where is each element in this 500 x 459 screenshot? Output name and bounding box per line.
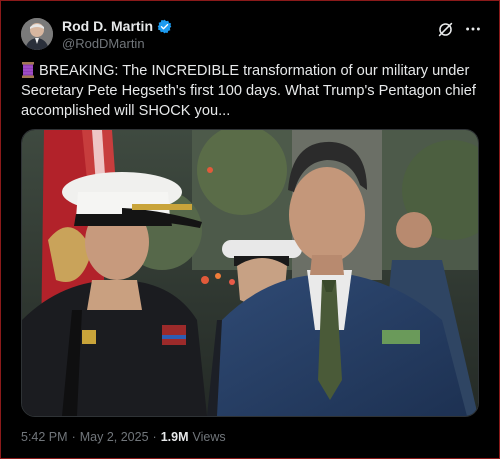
thread-spool-emoji <box>22 62 34 78</box>
verified-badge-icon <box>157 19 172 33</box>
tweet-time[interactable]: 5:42 PM <box>21 430 68 444</box>
tweet-card: Rod D. Martin @RodDMartin BREAKING: The … <box>0 0 500 459</box>
tweet-top-actions <box>436 20 482 38</box>
meta-separator: · <box>152 430 157 444</box>
author-avatar[interactable] <box>21 18 53 50</box>
tweet-photo[interactable] <box>21 129 479 417</box>
tweet-body: BREAKING: The INCREDIBLE transformation … <box>21 63 476 119</box>
tweet-text: BREAKING: The INCREDIBLE transformation … <box>21 61 481 121</box>
views-count[interactable]: 1.9M <box>161 430 189 444</box>
grok-icon[interactable] <box>436 20 454 38</box>
author-name-row: Rod D. Martin <box>62 18 172 34</box>
tweet-meta: 5:42 PM · May 2, 2025 · 1.9M Views <box>21 430 226 444</box>
views-label: Views <box>192 430 226 444</box>
tweet-date[interactable]: May 2, 2025 <box>80 430 149 444</box>
meta-separator: · <box>71 430 76 444</box>
more-icon[interactable] <box>464 20 482 38</box>
author-display-name[interactable]: Rod D. Martin <box>62 18 153 34</box>
author-handle[interactable]: @RodDMartin <box>62 36 145 51</box>
photo-military-officials <box>22 130 478 416</box>
